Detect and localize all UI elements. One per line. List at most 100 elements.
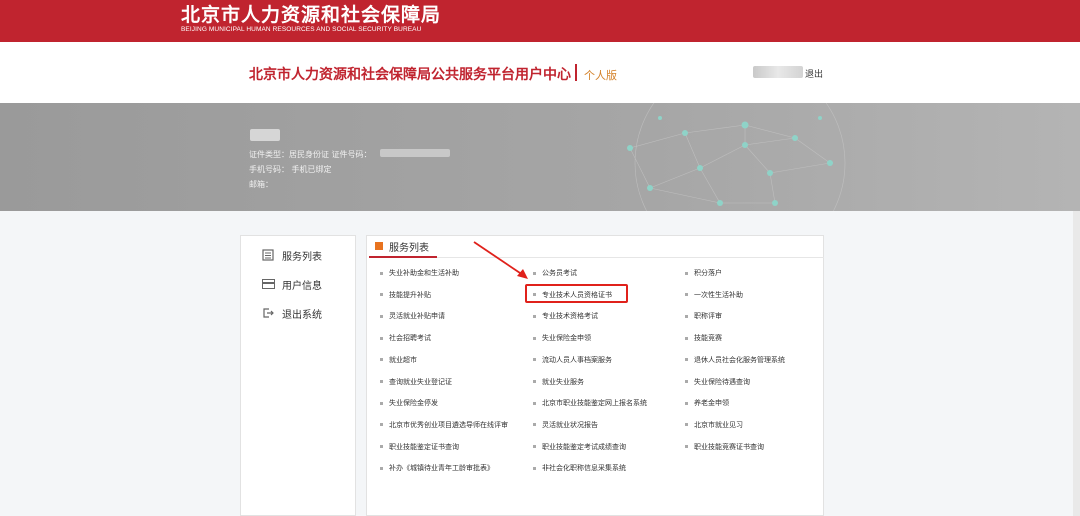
service-label: 失业保险待遇查询: [694, 377, 750, 386]
bullet-icon: [685, 401, 688, 405]
edition-label: 个人版: [584, 69, 617, 82]
service-link[interactable]: 养老金申领: [685, 398, 729, 408]
service-link[interactable]: 职业技能鉴定考试成绩查询: [533, 442, 626, 452]
sidebar-item-label: 服务列表: [282, 251, 322, 263]
sidebar-item-user-info[interactable]: 用户信息: [261, 275, 322, 293]
service-link[interactable]: 北京市优秀创业项目遴选导师在线评审: [380, 420, 508, 430]
service-link[interactable]: 灵活就业状况报告: [533, 420, 598, 430]
username-redacted: [753, 66, 803, 78]
tab-underline: [369, 256, 437, 258]
bullet-icon: [533, 401, 536, 405]
service-link[interactable]: 北京市就业见习: [685, 420, 743, 430]
bullet-icon: [380, 293, 383, 297]
scrollbar[interactable]: [1073, 211, 1080, 516]
service-link[interactable]: 非社会化职称信息采集系统: [533, 463, 626, 473]
bullet-icon: [380, 271, 383, 275]
service-label: 灵活就业状况报告: [542, 420, 598, 429]
bullet-icon: [685, 380, 688, 383]
bullet-icon: [380, 466, 383, 470]
flag-icon: [375, 242, 383, 250]
bullet-icon: [685, 445, 688, 449]
bullet-icon: [685, 336, 688, 340]
service-label: 积分落户: [694, 269, 722, 277]
service-label: 职业技能竞赛证书查询: [694, 442, 764, 451]
bullet-icon: [380, 314, 383, 318]
service-link[interactable]: 失业保险金停发: [380, 398, 438, 408]
service-link[interactable]: 流动人员人事档案服务: [533, 355, 612, 365]
service-label: 失业补助金和生活补助: [389, 269, 459, 277]
bullet-icon: [533, 336, 536, 340]
tab-service-list[interactable]: 服务列表: [370, 236, 429, 256]
logout-link[interactable]: 退出: [805, 67, 823, 80]
service-label: 就业超市: [389, 355, 417, 364]
service-link[interactable]: 社会招聘考试: [380, 333, 431, 343]
list-icon: [261, 248, 275, 262]
service-link[interactable]: 职业技能竞赛证书查询: [685, 442, 764, 452]
service-link[interactable]: 失业保险金申领: [533, 333, 591, 343]
service-link[interactable]: 退休人员社会化服务管理系统: [685, 355, 785, 365]
service-label: 职称评审: [694, 312, 722, 321]
sidebar-item-label: 用户信息: [282, 280, 322, 292]
service-link[interactable]: 职称评审: [685, 311, 722, 321]
bullet-icon: [685, 271, 688, 275]
service-link[interactable]: 灵活就业补贴申请: [380, 311, 445, 321]
sidebar-item-service-list[interactable]: 服务列表: [261, 246, 322, 264]
bullet-icon: [685, 314, 688, 318]
bullet-icon: [533, 314, 536, 318]
top-banner: 北京市人力资源和社会保障局 BEIJING MUNICIPAL HUMAN RE…: [0, 0, 1080, 42]
bureau-name-en: BEIJING MUNICIPAL HUMAN RESOURCES AND SO…: [181, 26, 422, 33]
bureau-name-cn: 北京市人力资源和社会保障局: [181, 4, 442, 26]
service-label: 技能竞赛: [694, 334, 722, 343]
bullet-icon: [380, 423, 383, 427]
service-label: 养老金申领: [694, 399, 729, 408]
highlight-box: [525, 284, 628, 303]
bullet-icon: [380, 358, 383, 362]
exit-icon: [261, 306, 275, 320]
service-link[interactable]: 失业补助金和生活补助: [380, 268, 459, 278]
bullet-icon: [380, 380, 383, 383]
header: 北京市人力资源和社会保障局公共服务平台用户中心 个人版 退出: [0, 42, 1080, 103]
bullet-icon: [380, 336, 383, 340]
service-label: 职业技能鉴定考试成绩查询: [542, 442, 626, 451]
service-link[interactable]: 公务员考试: [533, 268, 577, 278]
service-label: 失业保险金申领: [542, 334, 591, 343]
service-link[interactable]: 补办《城镇待业青年工龄审批表》: [380, 463, 494, 473]
service-link[interactable]: 失业保险待遇查询: [685, 377, 750, 387]
title-divider: [575, 64, 577, 81]
sidebar-item-label: 退出系统: [282, 309, 322, 321]
service-link[interactable]: 就业超市: [380, 355, 417, 365]
service-link[interactable]: 专业技术资格考试: [533, 311, 598, 321]
bullet-icon: [533, 380, 536, 383]
card-icon: [261, 277, 275, 291]
bullet-icon: [685, 358, 688, 362]
user-name-redacted: [250, 129, 280, 141]
service-label: 职业技能鉴定证书查询: [389, 442, 459, 451]
service-label: 公务员考试: [542, 269, 577, 277]
service-link[interactable]: 查询就业失业登记证: [380, 377, 452, 387]
bullet-icon: [533, 445, 536, 449]
service-label: 失业保险金停发: [389, 399, 438, 408]
service-link[interactable]: 北京市职业技能鉴定网上报名系统: [533, 398, 647, 408]
service-link[interactable]: 一次性生活补助: [685, 290, 743, 300]
bullet-icon: [685, 423, 688, 427]
id-number-redacted: [380, 149, 450, 157]
bullet-icon: [380, 445, 383, 449]
service-link[interactable]: 就业失业服务: [533, 377, 584, 387]
service-label: 补办《城镇待业青年工龄审批表》: [389, 464, 494, 473]
service-link[interactable]: 积分落户: [685, 268, 722, 278]
service-label: 社会招聘考试: [389, 334, 431, 343]
service-label: 流动人员人事档案服务: [542, 355, 612, 364]
service-link[interactable]: 技能提升补贴: [380, 290, 431, 300]
tab-label: 服务列表: [389, 242, 429, 254]
sidebar-item-logout[interactable]: 退出系统: [261, 304, 322, 322]
bullet-icon: [533, 466, 536, 470]
bullet-icon: [685, 293, 688, 297]
service-label: 灵活就业补贴申请: [389, 312, 445, 321]
bullet-icon: [533, 423, 536, 427]
service-label: 技能提升补贴: [389, 290, 431, 299]
service-label: 退休人员社会化服务管理系统: [694, 355, 785, 364]
service-link[interactable]: 职业技能鉴定证书查询: [380, 442, 459, 452]
service-link[interactable]: 技能竞赛: [685, 333, 722, 343]
id-info: 证件类型：居民身份证 证件号码：: [249, 150, 372, 159]
network-graphic: [627, 103, 846, 211]
